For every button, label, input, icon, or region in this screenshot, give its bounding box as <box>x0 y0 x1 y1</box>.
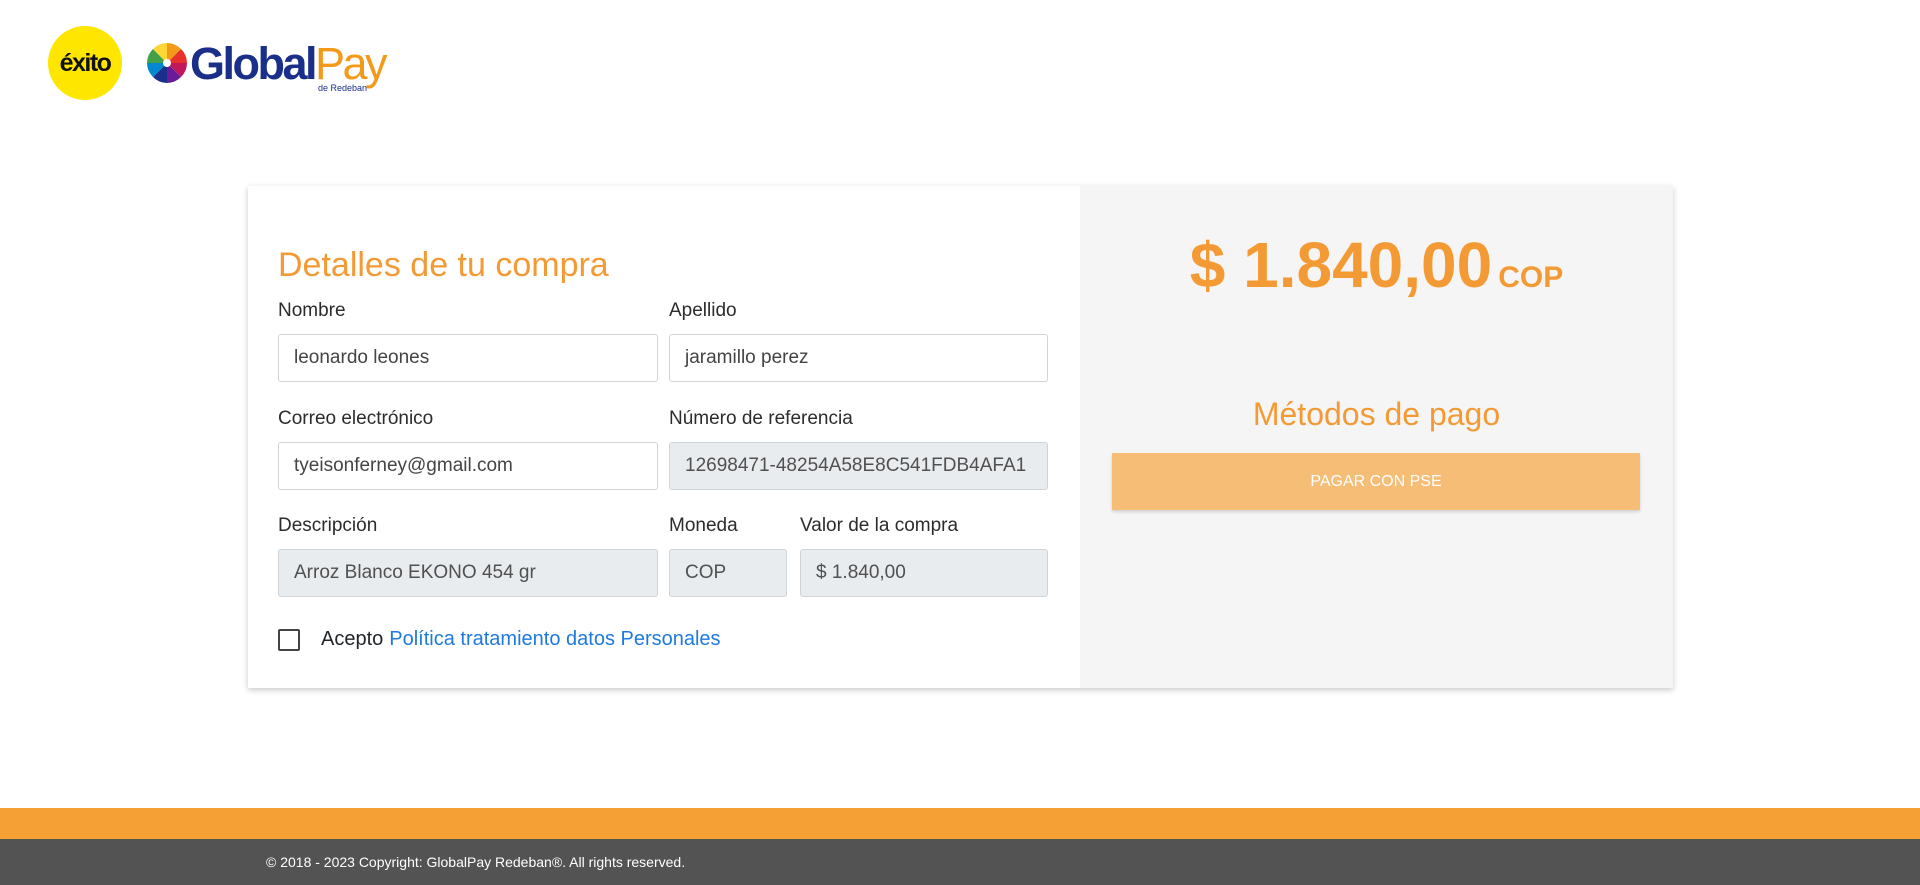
valor-field-group: Valor de la compra $ 1.840,00 <box>800 515 1048 597</box>
globalpay-pinwheel-icon <box>147 43 187 83</box>
moneda-field-group: Moneda COP <box>669 515 787 597</box>
descripcion-field-group: Descripción Arroz Blanco EKONO 454 gr <box>278 515 658 597</box>
total-currency: COP <box>1498 261 1564 294</box>
moneda-label: Moneda <box>669 515 738 536</box>
apellido-input[interactable]: jaramillo perez <box>669 334 1048 382</box>
purchase-value-field: $ 1.840,00 <box>800 549 1048 597</box>
consent-row: Acepto Política tratamiento datos Person… <box>278 628 721 651</box>
globalpay-wordmark: GlobalPay <box>190 37 388 89</box>
correo-label: Correo electrónico <box>278 408 434 429</box>
nombre-input[interactable]: leonardo leones <box>278 334 658 382</box>
apellido-label: Apellido <box>669 300 737 321</box>
apellido-field-group: Apellido jaramillo perez <box>669 300 1048 382</box>
checkout-card: Detalles de tu compra Nombre leonardo le… <box>248 186 1673 688</box>
header-logos: éxito GlobalPay de Redeban <box>48 25 388 101</box>
correo-field-group: Correo electrónico tyeisonferney@gmail.c… <box>278 408 658 490</box>
descripcion-label: Descripción <box>278 515 378 536</box>
description-field: Arroz Blanco EKONO 454 gr <box>278 549 658 597</box>
globalpay-logo: GlobalPay de Redeban <box>146 25 388 101</box>
globalpay-wordmark-main: Global <box>190 37 318 89</box>
payment-methods-title: Métodos de pago <box>1252 396 1501 432</box>
pay-with-pse-button[interactable]: PAGAR CON PSE <box>1112 453 1640 510</box>
total-amount: $ 1.840,00 <box>1189 229 1493 301</box>
exito-logo-text: éxito <box>59 48 112 77</box>
nombre-field-group: Nombre leonardo leones <box>278 300 658 382</box>
currency-field: COP <box>669 549 787 597</box>
globalpay-wordmark-accent: Pay <box>315 37 388 89</box>
consent-checkbox[interactable] <box>278 628 300 651</box>
nombre-label: Nombre <box>278 300 346 321</box>
footer: © 2018 - 2023 Copyright: GlobalPay Redeb… <box>0 839 1920 885</box>
footer-accent-band <box>0 808 1920 839</box>
valor-label: Valor de la compra <box>800 515 959 536</box>
purchase-details-panel: Detalles de tu compra Nombre leonardo le… <box>248 186 1080 688</box>
exito-logo: éxito <box>48 26 122 100</box>
consent-prefix: Acepto <box>321 628 384 650</box>
payment-summary-panel: $ 1.840,00 COP Métodos de pago PAGAR CON … <box>1080 186 1673 688</box>
privacy-policy-link[interactable]: Política tratamiento datos Personales <box>389 628 720 651</box>
reference-number-field: 12698471-48254A58E8C541FDB4AFA1 <box>669 442 1048 490</box>
globalpay-subtitle: de Redeban <box>318 83 368 93</box>
footer-copyright: © 2018 - 2023 Copyright: GlobalPay Redeb… <box>266 854 686 870</box>
referencia-field-group: Número de referencia 12698471-48254A58E8… <box>669 408 1048 490</box>
purchase-details-title: Detalles de tu compra <box>278 246 609 284</box>
email-field[interactable]: tyeisonferney@gmail.com <box>278 442 658 490</box>
referencia-label: Número de referencia <box>669 408 853 429</box>
total-price: $ 1.840,00 COP <box>1080 228 1673 302</box>
